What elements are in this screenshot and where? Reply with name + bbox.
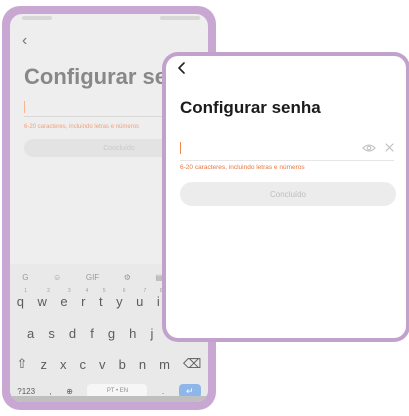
- password-input[interactable]: [180, 138, 350, 158]
- zoomed-screen-card: Configurar senha 6-20 caracteres, inclui…: [162, 52, 409, 342]
- key-x[interactable]: x: [60, 357, 67, 372]
- clear-icon[interactable]: [384, 142, 395, 153]
- key-d[interactable]: d: [69, 326, 76, 341]
- period-key[interactable]: .: [162, 387, 164, 396]
- key-v[interactable]: v: [99, 357, 106, 372]
- key-j[interactable]: j: [150, 326, 153, 341]
- card-content: Configurar senha 6-20 caracteres, inclui…: [166, 56, 406, 338]
- key-f[interactable]: f: [90, 326, 94, 341]
- background-back-icon: ‹: [22, 32, 28, 49]
- key-h[interactable]: h: [129, 326, 136, 341]
- key-b[interactable]: b: [119, 357, 126, 372]
- page-title: Configurar senha: [180, 98, 321, 117]
- status-bar-left-icons: [22, 16, 52, 20]
- status-bar-right-icons: [160, 16, 200, 20]
- google-icon[interactable]: G: [22, 273, 28, 282]
- key-r[interactable]: r4: [81, 288, 88, 309]
- text-caret: [180, 142, 181, 154]
- key-u[interactable]: u7: [136, 288, 146, 309]
- key-q[interactable]: q1: [17, 288, 27, 309]
- key-n[interactable]: n: [139, 357, 146, 372]
- comma-key[interactable]: ,: [50, 387, 52, 396]
- key-m[interactable]: m: [159, 357, 170, 372]
- key-t[interactable]: t5: [99, 288, 106, 309]
- shift-icon[interactable]: ⇧: [17, 356, 28, 372]
- navigation-bar: [10, 396, 208, 402]
- gif-icon[interactable]: GIF: [86, 273, 99, 282]
- backspace-icon[interactable]: ⌫: [183, 356, 201, 372]
- key-z[interactable]: z: [40, 357, 47, 372]
- emoji-icon[interactable]: ☺: [53, 273, 61, 282]
- background-text-caret: [24, 101, 25, 113]
- numbers-key[interactable]: ?123: [17, 387, 35, 396]
- background-password-hint: 6-20 caracteres, incluindo letras e núme…: [24, 124, 140, 130]
- eye-icon[interactable]: [362, 143, 376, 153]
- chevron-left-icon[interactable]: [174, 60, 190, 76]
- key-c[interactable]: c: [80, 357, 87, 372]
- key-g[interactable]: g: [108, 326, 115, 341]
- globe-icon[interactable]: ⊕: [66, 387, 73, 396]
- done-button[interactable]: Concluído: [180, 182, 396, 206]
- key-i[interactable]: i8: [157, 288, 163, 309]
- keyboard-row-3: ⇧ z x c v b n m ⌫: [10, 356, 208, 372]
- key-y[interactable]: y6: [116, 288, 126, 309]
- key-e[interactable]: e3: [60, 288, 70, 309]
- background-status-bar: [20, 16, 200, 22]
- key-a[interactable]: a: [27, 326, 34, 341]
- key-w[interactable]: w2: [37, 288, 49, 309]
- password-hint: 6-20 caracteres, incluindo letras e núme…: [180, 164, 305, 171]
- settings-icon[interactable]: ⚙: [124, 273, 131, 282]
- key-s[interactable]: s: [48, 326, 55, 341]
- password-field[interactable]: [180, 138, 394, 161]
